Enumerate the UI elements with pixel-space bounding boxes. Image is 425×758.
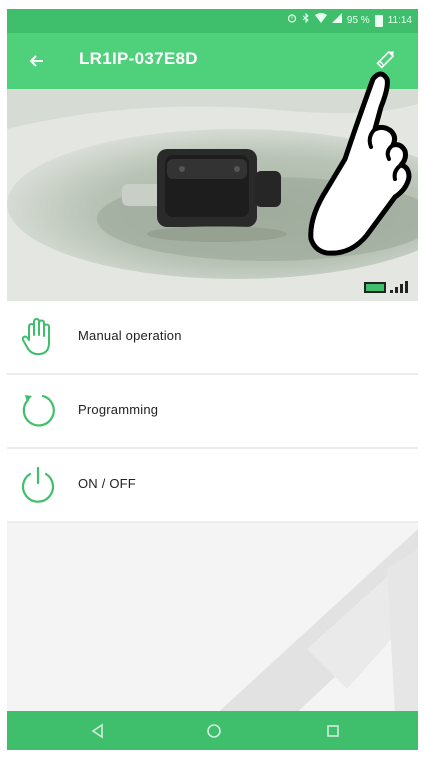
menu-item-label: ON / OFF: [78, 476, 136, 491]
power-icon: [21, 466, 55, 503]
menu-item-label: Manual operation: [78, 328, 182, 343]
menu-item-manual-operation[interactable]: Manual operation: [7, 301, 418, 375]
menu-item-programming[interactable]: Programming: [7, 375, 418, 449]
bluetooth-icon: [302, 9, 310, 33]
app-bar: LR1IP-037E8D: [7, 33, 418, 89]
back-triangle-icon: [91, 723, 103, 739]
nav-back-button[interactable]: [87, 720, 109, 742]
signal-icon: [331, 9, 342, 33]
battery-percent: 95 %: [346, 15, 370, 26]
menu-item-on-off[interactable]: ON / OFF: [7, 449, 418, 523]
menu-item-label: Programming: [78, 402, 159, 417]
clock-time: 11:14: [387, 15, 412, 26]
nav-recents-button[interactable]: [322, 720, 344, 742]
battery-icon: [374, 15, 383, 27]
recents-square-icon: [327, 725, 339, 737]
device-menu: Manual operation Programming ON / OFF: [7, 301, 418, 523]
device-hero-image: [7, 89, 418, 301]
system-nav-bar: [7, 711, 418, 750]
hand-icon: [21, 318, 50, 356]
battery-icon: [364, 282, 386, 293]
arrow-left-icon: [29, 55, 43, 67]
alarm-icon: [287, 9, 297, 33]
pencil-icon: [376, 50, 395, 69]
edit-button[interactable]: [372, 45, 400, 73]
device-status-indicators: [364, 281, 408, 293]
irrigation-controller-photo: [7, 89, 418, 301]
refresh-circle-icon: [22, 394, 55, 427]
status-icons: 95 % 11:14: [287, 9, 412, 33]
page-title: LR1IP-037E8D: [79, 49, 198, 68]
phone-screen: 95 % 11:14 LR1IP-037E8D Manual operation…: [7, 9, 418, 750]
status-bar: 95 % 11:14: [7, 9, 418, 33]
back-button[interactable]: [23, 47, 51, 75]
home-circle-icon: [207, 724, 221, 738]
wifi-icon: [314, 9, 327, 33]
nav-home-button[interactable]: [203, 720, 225, 742]
signal-strength-icon: [390, 281, 408, 293]
